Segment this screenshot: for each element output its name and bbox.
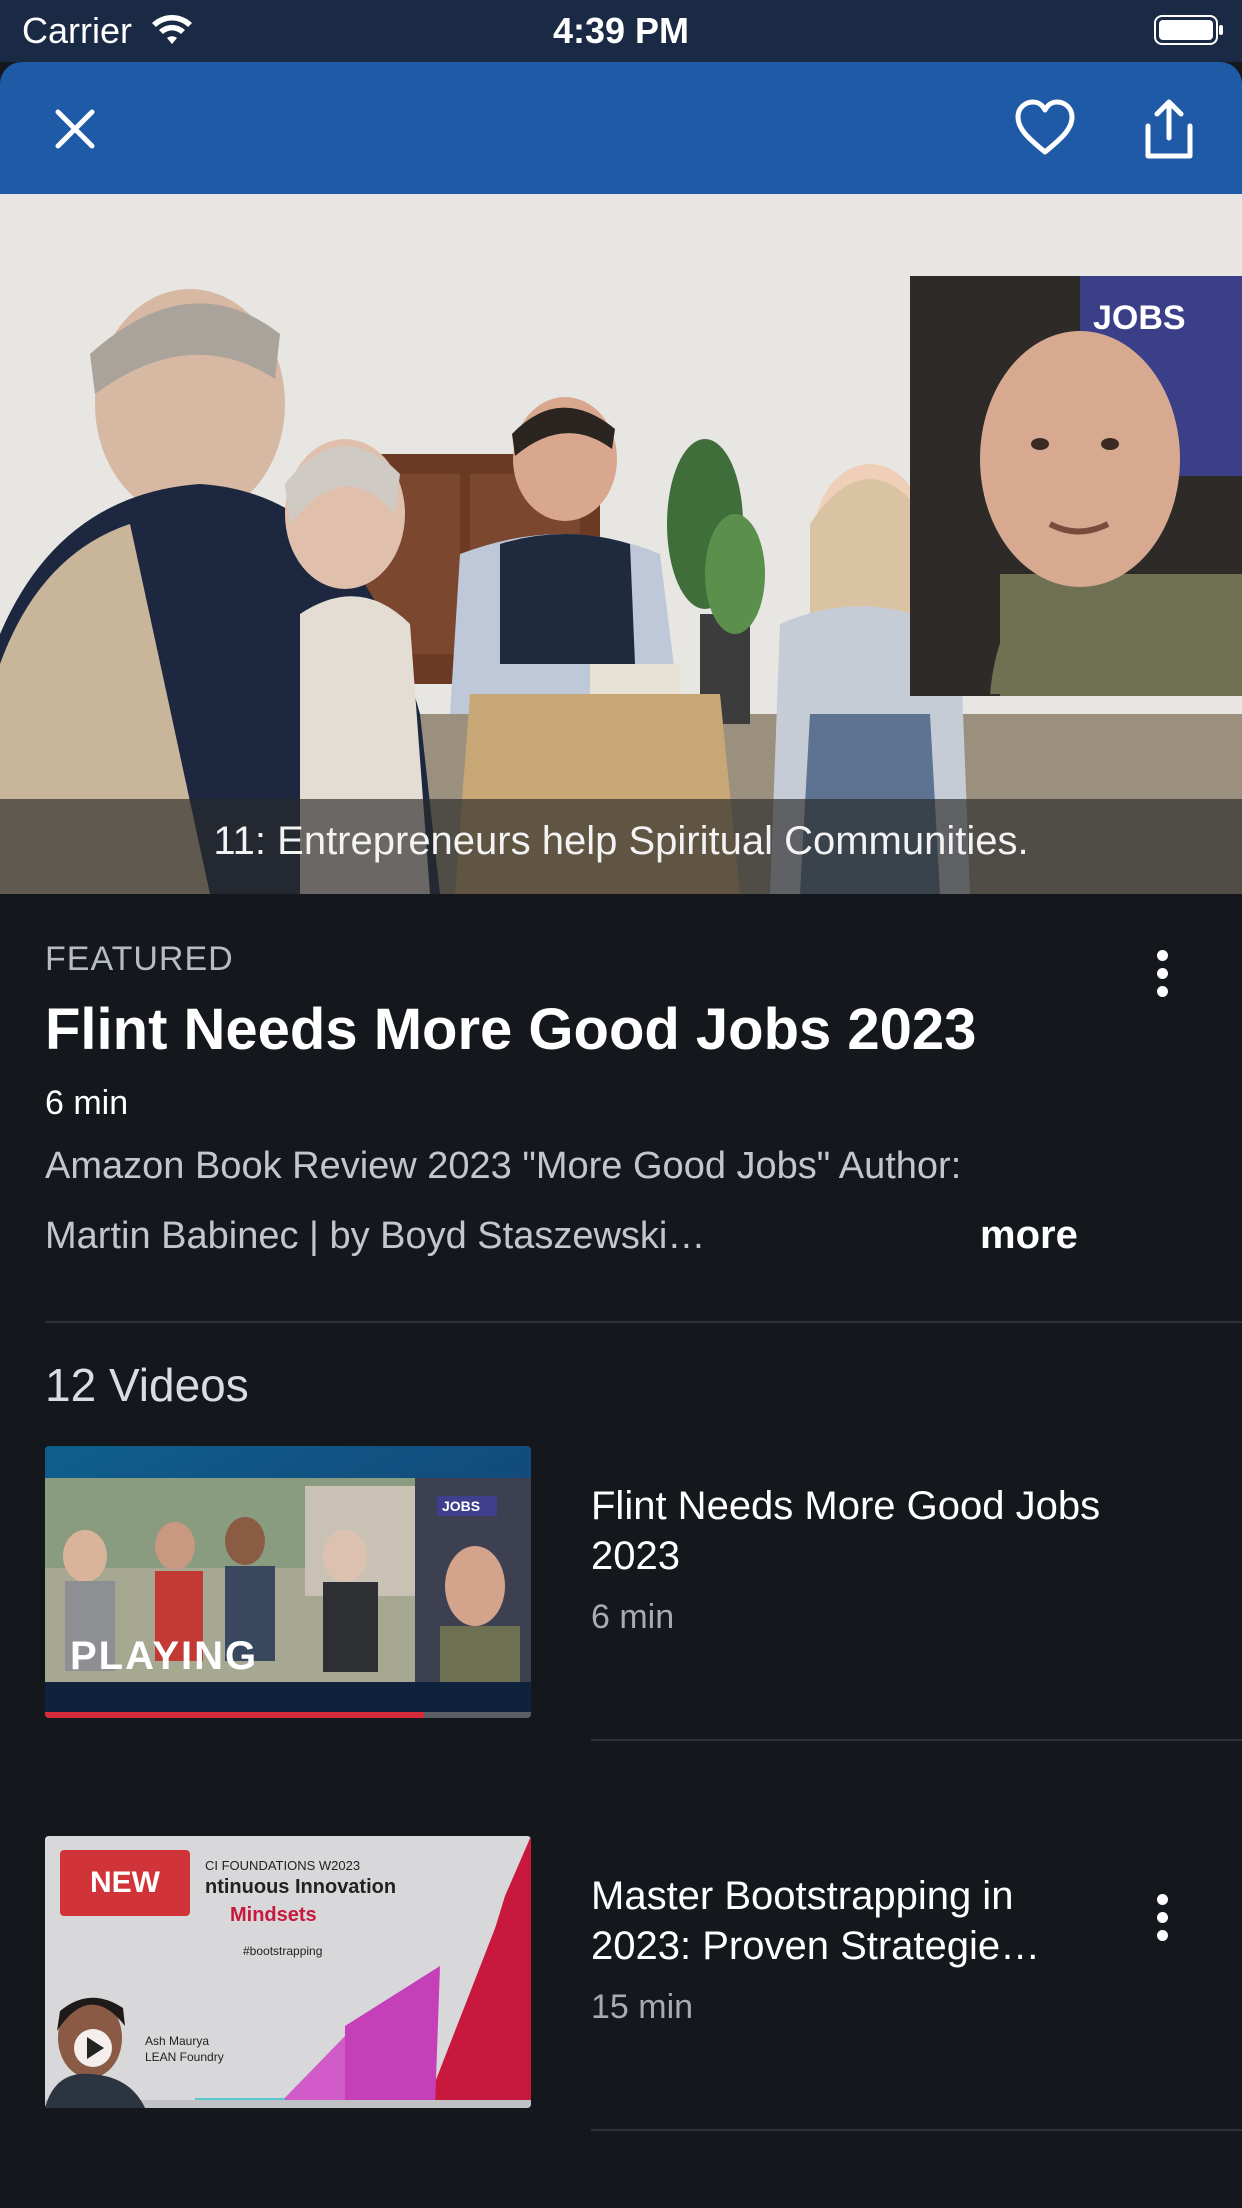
video-more-options-icon[interactable]: [1142, 1888, 1182, 1948]
video-item-title[interactable]: Flint Needs More Good Jobs 2023: [591, 1481, 1151, 1581]
video-subtitle: 11: Entrepreneurs help Spiritual Communi…: [213, 819, 1029, 863]
new-badge: NEW: [60, 1850, 190, 1916]
status-bar: Carrier 4:39 PM: [0, 0, 1242, 62]
video-item-duration: 6 min: [591, 1598, 675, 1636]
pip-poster-text: JOBS: [1093, 299, 1186, 337]
thumbnail-subtitle: Mindsets: [230, 1904, 317, 1926]
playing-badge: PLAYING: [70, 1634, 259, 1678]
thumbnail-org: LEAN Foundry: [145, 2050, 224, 2064]
video-thumbnail[interactable]: JOBS PLAYING: [45, 1446, 531, 1718]
section-divider: [45, 1321, 1242, 1323]
featured-duration: 6 min: [45, 1084, 129, 1122]
new-badge-label: NEW: [90, 1866, 160, 1899]
featured-description: Amazon Book Review 2023 "More Good Jobs"…: [45, 1145, 962, 1187]
video-thumbnail[interactable]: NEW CI FOUNDATIONS W2023 ntinuous Innova…: [45, 1836, 531, 2108]
videos-count: 12 Videos: [45, 1359, 249, 1411]
more-link[interactable]: more: [980, 1213, 1078, 1258]
video-item-title[interactable]: Master Bootstrapping in 2023: Proven Str…: [591, 1871, 1091, 1971]
featured-label: FEATURED: [45, 940, 234, 978]
battery-icon: [1154, 15, 1223, 45]
close-icon[interactable]: [44, 98, 106, 160]
video-player[interactable]: JOBS 11: Entrepreneurs help Spiritual Co…: [0, 194, 1242, 894]
list-divider: [591, 2129, 1242, 2131]
thumbnail-author: Ash Maurya: [145, 2034, 210, 2048]
thumbnail-poster-text: JOBS: [442, 1498, 480, 1514]
heart-icon[interactable]: [1014, 98, 1076, 160]
thumbnail-title: ntinuous Innovation: [205, 1876, 397, 1898]
featured-title: Flint Needs More Good Jobs 2023: [45, 997, 977, 1062]
video-frame-image: JOBS: [0, 194, 1242, 894]
list-divider: [591, 1739, 1242, 1741]
thumbnail-tag: #bootstrapping: [243, 1944, 323, 1958]
featured-description-continued: Martin Babinec | by Boyd Staszewski…: [45, 1215, 706, 1257]
video-item-duration: 15 min: [591, 1988, 694, 2026]
share-icon[interactable]: [1138, 98, 1200, 160]
nav-bar: [0, 62, 1242, 194]
featured-more-options-icon[interactable]: [1142, 944, 1182, 1004]
thumbnail-header: CI FOUNDATIONS W2023: [205, 1858, 361, 1873]
progress-bar-fill: [45, 1712, 425, 1718]
clock: 4:39 PM: [552, 10, 690, 51]
